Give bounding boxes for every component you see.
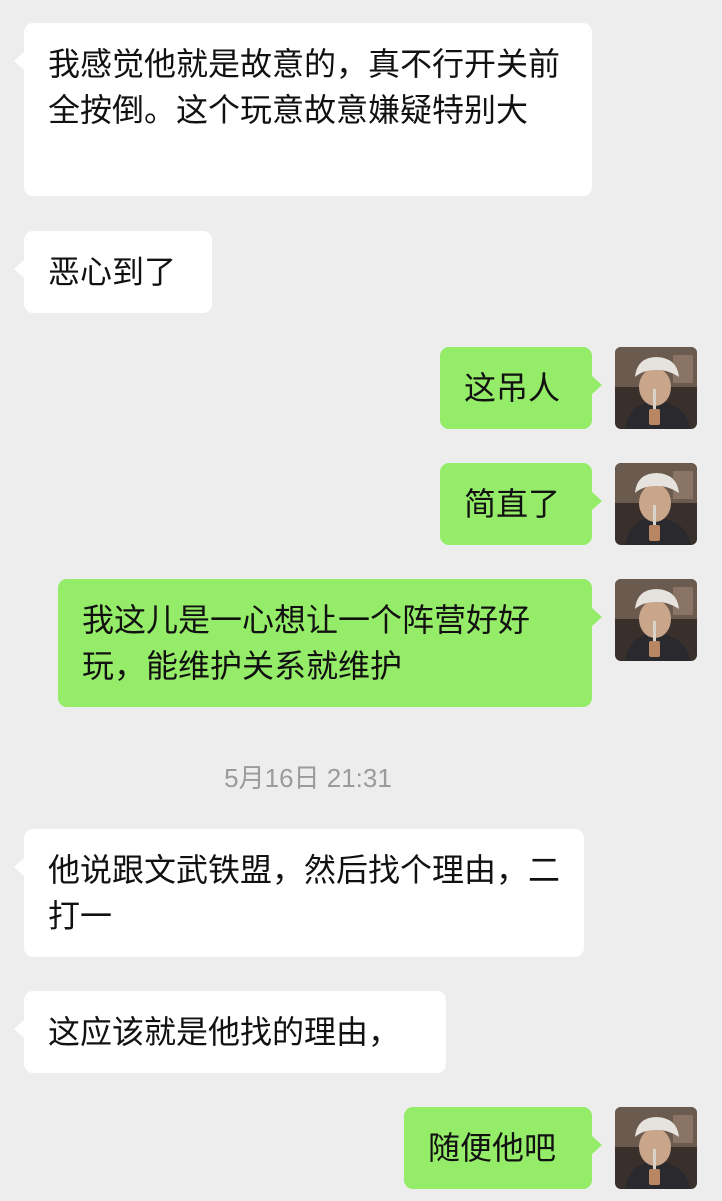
avatar-photo-icon xyxy=(615,463,697,545)
message-text: 简直了 xyxy=(464,485,561,523)
message-text: 随便他吧 xyxy=(428,1129,557,1167)
message-text: 我这儿是一心想让一个阵营好好玩，能维护关系就维护 xyxy=(82,601,531,685)
avatar-photo-icon xyxy=(615,579,697,661)
user-avatar-icon[interactable] xyxy=(615,579,697,661)
message-bubble-received[interactable]: 这应该就是他找的理由， xyxy=(14,991,446,1073)
message-bubble-sent[interactable]: 我这儿是一心想让一个阵营好好玩，能维护关系就维护 xyxy=(58,579,602,707)
message-bubble-received[interactable]: 他说跟文武铁盟，然后找个理由，二打一 xyxy=(14,829,584,957)
user-avatar-icon[interactable] xyxy=(615,463,697,545)
message-text: 他说跟文武铁盟，然后找个理由，二打一 xyxy=(48,851,561,935)
user-avatar-icon[interactable] xyxy=(615,347,697,429)
timestamp-divider: 5月16日 21:31 xyxy=(224,763,392,793)
message-text: 这应该就是他找的理由， xyxy=(48,1013,401,1051)
avatar-photo-icon xyxy=(615,1107,697,1189)
message-text: 这吊人 xyxy=(464,369,561,407)
message-bubble-sent[interactable]: 简直了 xyxy=(440,463,602,545)
message-bubble-sent[interactable]: 这吊人 xyxy=(440,347,602,429)
chat-conversation: 我感觉他就是故意的，真不行开关前全按倒。这个玩意故意嫌疑特别大 恶心到了 这吊人… xyxy=(0,0,722,1201)
user-avatar-icon[interactable] xyxy=(615,1107,697,1189)
message-text: 我感觉他就是故意的，真不行开关前全按倒。这个玩意故意嫌疑特别大 xyxy=(48,45,561,129)
message-text: 恶心到了 xyxy=(48,253,177,291)
message-bubble-received[interactable]: 恶心到了 xyxy=(14,231,212,313)
avatar-photo-icon xyxy=(615,347,697,429)
message-bubble-received[interactable]: 我感觉他就是故意的，真不行开关前全按倒。这个玩意故意嫌疑特别大 xyxy=(14,23,592,196)
message-bubble-sent[interactable]: 随便他吧 xyxy=(404,1107,602,1189)
